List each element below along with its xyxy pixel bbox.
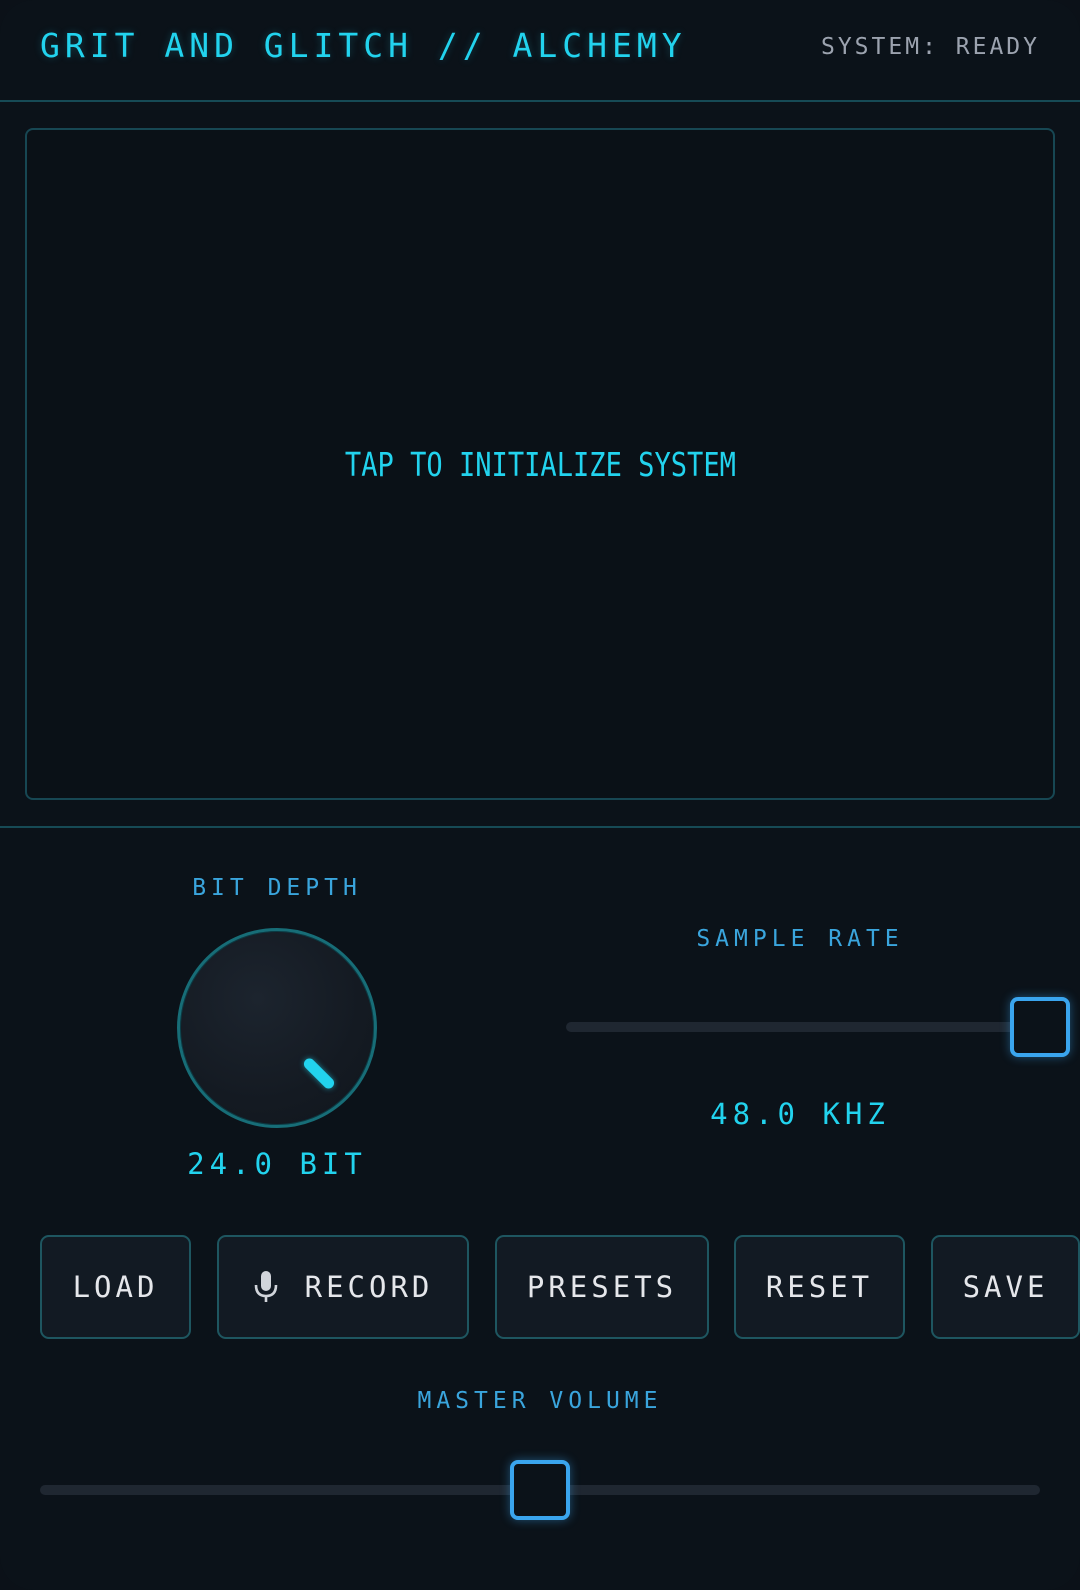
presets-button-label: PRESETS	[526, 1270, 678, 1304]
reset-button[interactable]: RESET	[734, 1235, 905, 1339]
microphone-icon	[253, 1270, 279, 1304]
master-volume-label: MASTER VOLUME	[417, 1388, 663, 1414]
initialize-prompt[interactable]: TAP TO INITIALIZE SYSTEM	[344, 445, 735, 484]
record-button[interactable]: RECORD	[217, 1235, 469, 1339]
bit-depth-value: 24.0 BIT	[187, 1147, 367, 1181]
sample-rate-label: SAMPLE RATE	[696, 926, 904, 952]
record-button-label: RECORD	[304, 1270, 434, 1304]
bit-depth-label: BIT DEPTH	[192, 875, 362, 901]
divider	[0, 826, 1080, 828]
load-button-label: LOAD	[72, 1270, 159, 1304]
app-window: GRIT AND GLITCH // ALCHEMY SYSTEM: READY…	[0, 0, 1080, 1590]
bit-depth-knob[interactable]	[177, 928, 377, 1128]
reset-button-label: RESET	[765, 1270, 874, 1304]
save-button-label: SAVE	[962, 1270, 1049, 1304]
display-panel[interactable]: TAP TO INITIALIZE SYSTEM	[25, 128, 1055, 800]
system-status: SYSTEM: READY	[820, 34, 1040, 60]
save-button[interactable]: SAVE	[931, 1235, 1080, 1339]
presets-button[interactable]: PRESETS	[495, 1235, 709, 1339]
header: GRIT AND GLITCH // ALCHEMY SYSTEM: READY	[0, 0, 1080, 102]
load-button[interactable]: LOAD	[40, 1235, 191, 1339]
app-title: GRIT AND GLITCH // ALCHEMY	[40, 26, 687, 65]
sample-rate-thumb[interactable]	[1010, 997, 1070, 1057]
sample-rate-value: 48.0 KHZ	[710, 1097, 890, 1131]
sample-rate-track[interactable]	[566, 1022, 1040, 1032]
master-volume-thumb[interactable]	[510, 1460, 570, 1520]
